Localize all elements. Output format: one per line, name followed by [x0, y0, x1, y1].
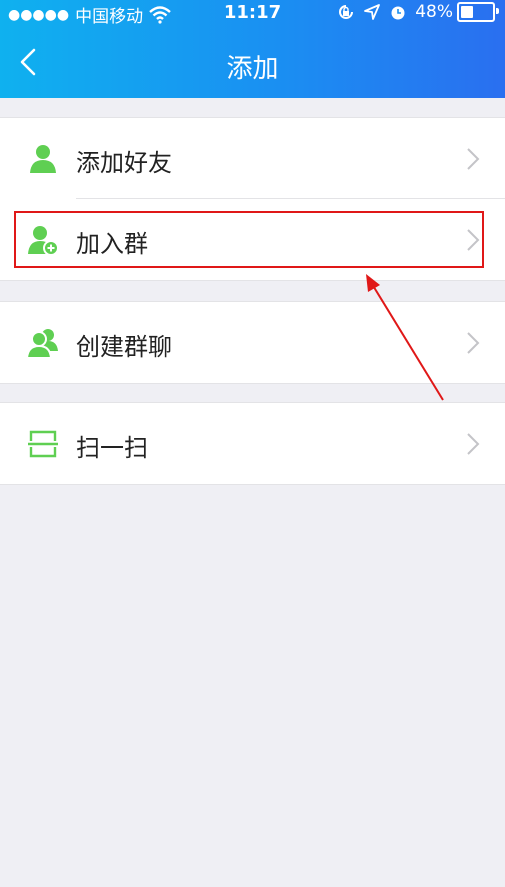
- location-icon: [364, 4, 381, 20]
- status-bar: ●●●●● 中国移动 11:17 48%: [0, 0, 505, 28]
- chevron-right-icon: [467, 148, 480, 170]
- people-icon: [27, 329, 58, 359]
- menu-item-label: 扫一扫: [76, 434, 148, 462]
- battery-icon: [457, 2, 499, 22]
- person-icon: [30, 145, 56, 173]
- top-bar: ●●●●● 中国移动 11:17 48% 添加: [0, 0, 505, 98]
- battery-level-fill: [461, 6, 474, 18]
- alarm-icon: [391, 6, 405, 20]
- menu-group-scan: 扫一扫: [0, 402, 505, 485]
- page-title: 添加: [226, 54, 279, 84]
- menu-item-label: 添加好友: [76, 149, 172, 177]
- menu-group-create: 创建群聊: [0, 301, 505, 384]
- menu-item-label: 创建群聊: [76, 333, 172, 361]
- menu-item-add-friend[interactable]: 添加好友: [0, 118, 505, 199]
- status-right: 48%: [337, 2, 499, 22]
- menu-item-scan[interactable]: 扫一扫: [0, 403, 505, 484]
- navigation-bar: 添加: [0, 28, 505, 98]
- battery-percent: 48%: [415, 2, 453, 22]
- rotation-lock-icon: [339, 5, 354, 19]
- chevron-right-icon: [467, 332, 480, 354]
- chevron-right-icon: [467, 433, 480, 455]
- menu-item-create-group-chat[interactable]: 创建群聊: [0, 302, 505, 383]
- battery-nub: [496, 8, 499, 14]
- scan-icon: [28, 430, 58, 458]
- highlight-box: [14, 211, 484, 268]
